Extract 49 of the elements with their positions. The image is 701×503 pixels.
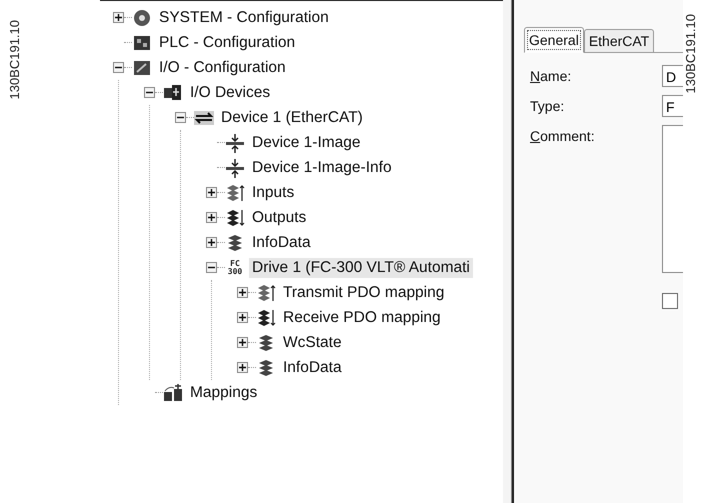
expand-toggle[interactable] xyxy=(206,212,217,223)
collapse-toggle[interactable] xyxy=(206,262,217,273)
tree-item[interactable]: InfoData xyxy=(249,232,314,252)
type-field[interactable]: F xyxy=(662,95,683,117)
expand-toggle[interactable] xyxy=(237,287,248,298)
image-arrows-icon xyxy=(225,132,245,152)
figure-code: 130BC191.10 xyxy=(7,20,22,100)
tree-item[interactable]: Device 1 (EtherCAT) xyxy=(218,108,366,128)
field-label: Comment: xyxy=(530,127,596,146)
collapse-toggle[interactable] xyxy=(144,87,155,98)
tree-item[interactable]: I/O - Configuration xyxy=(156,58,289,78)
tree-item[interactable]: PLC - Configuration xyxy=(156,32,298,52)
expand-toggle[interactable] xyxy=(206,237,217,248)
tree-item[interactable]: Inputs xyxy=(249,182,298,202)
stack-down-arrow-icon xyxy=(256,308,276,328)
image-arrows-icon xyxy=(225,158,245,178)
field-label: Type: xyxy=(530,97,566,116)
expand-toggle[interactable] xyxy=(237,312,248,323)
tree-item[interactable]: Transmit PDO mapping xyxy=(280,282,448,302)
tree-item[interactable]: Outputs xyxy=(249,208,310,228)
stack-up-arrow-icon xyxy=(225,182,245,202)
mapping-blocks-icon xyxy=(163,382,183,402)
name-field[interactable]: D xyxy=(662,65,683,87)
tab[interactable]: General xyxy=(524,27,584,53)
device-list-icon xyxy=(163,82,183,102)
gear-icon xyxy=(132,8,152,28)
fc-300-label-icon: FC 300 xyxy=(225,260,245,276)
checkbox[interactable] xyxy=(662,293,678,309)
tree-item[interactable]: Device 1-Image xyxy=(249,132,364,152)
expand-toggle[interactable] xyxy=(237,362,248,373)
tree-item[interactable]: Receive PDO mapping xyxy=(280,308,444,328)
stack-up-arrow-icon xyxy=(256,282,276,302)
collapse-toggle[interactable] xyxy=(175,112,186,123)
tree-item[interactable]: WcState xyxy=(280,332,345,352)
tree-item[interactable]: Drive 1 (FC-300 VLT® Automati xyxy=(249,258,473,278)
field-label: Name: xyxy=(530,67,572,86)
tree-item[interactable]: Mappings xyxy=(187,382,260,402)
collapse-toggle[interactable] xyxy=(113,62,124,73)
tree-item[interactable]: I/O Devices xyxy=(187,82,274,102)
tree-item[interactable]: InfoData xyxy=(280,358,345,378)
splitter[interactable] xyxy=(503,0,512,503)
figure-code: 130BC191.10 xyxy=(683,14,698,94)
expand-toggle[interactable] xyxy=(113,12,124,23)
tree-item[interactable]: SYSTEM - Configuration xyxy=(156,8,332,28)
stack-down-arrow-icon xyxy=(225,208,245,228)
expand-toggle[interactable] xyxy=(237,337,248,348)
tab[interactable]: EtherCAT xyxy=(584,29,654,52)
expand-toggle[interactable] xyxy=(206,187,217,198)
tree-item[interactable]: Device 1-Image-Info xyxy=(249,158,395,178)
